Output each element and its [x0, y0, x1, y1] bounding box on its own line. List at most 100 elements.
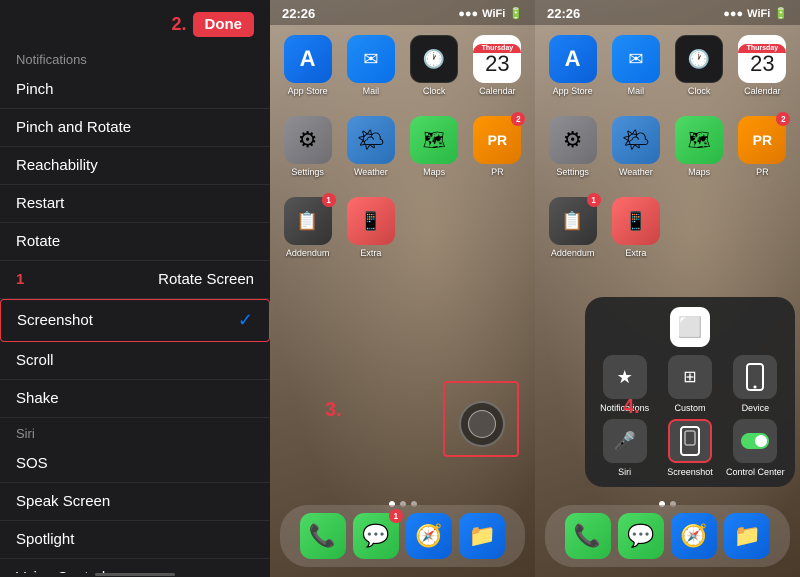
dock-files-right[interactable]: 📁	[724, 513, 770, 559]
app-grid-row3-right: 📋 1 Addendum 📱 Extra	[535, 187, 800, 268]
app-icon-weather-right[interactable]: 🌤 Weather	[610, 116, 661, 177]
assistive-menu-item-control-center[interactable]: Control Center	[726, 419, 785, 477]
app-grid-row1-right: A App Store ✉ Mail 🕐 Clock Thursday 23	[535, 25, 800, 106]
weather-icon-mid: 🌤	[347, 116, 395, 164]
signal-icon: ●●●	[458, 8, 478, 20]
status-bar-right: 22:26 ●●● WiFi 🔋	[535, 0, 800, 25]
appstore-icon-mid: A	[284, 35, 332, 83]
app-icon-pr-right[interactable]: PR 2 PR	[737, 116, 788, 177]
pr-badge-right: 2	[776, 112, 790, 126]
app-icon-addendum-mid[interactable]: 📋 1 Addendum	[282, 197, 333, 258]
app-icon-settings-right[interactable]: ⚙ Settings	[547, 116, 598, 177]
menu-item-voice-control[interactable]: Voice Control	[0, 559, 270, 573]
battery-icon-right: 🔋	[774, 7, 788, 20]
dock-messages-right[interactable]: 💬	[618, 513, 664, 559]
app-icon-calendar-right[interactable]: Thursday 23 Calendar	[737, 35, 788, 96]
menu-item-speak-screen[interactable]: Speak Screen	[0, 483, 270, 521]
done-button[interactable]: Done	[193, 12, 255, 37]
app-grid-row3-mid: 📋 1 Addendum 📱 Extra	[270, 187, 535, 268]
status-icons-right: ●●● WiFi 🔋	[723, 7, 788, 20]
assistive-control-center-label: Control Center	[726, 467, 785, 477]
menu-item-shake[interactable]: Shake	[0, 380, 270, 418]
settings-label-mid: Settings	[291, 167, 324, 177]
assistive-menu-top: ⬜	[595, 307, 785, 347]
menu-item-sos[interactable]: SOS	[0, 445, 270, 483]
step-1-indicator: 1	[16, 271, 24, 288]
status-icons-middle: ●●● WiFi 🔋	[458, 7, 523, 20]
app-icon-appstore-mid[interactable]: A App Store	[282, 35, 333, 96]
addendum-icon-right: 📋 1	[549, 197, 597, 245]
mail-icon-right: ✉	[612, 35, 660, 83]
dock-right: 📞 💬 🧭 📁	[545, 505, 790, 567]
assistive-siri-icon: 🎤	[603, 419, 647, 463]
dock-files-mid[interactable]: 📁	[459, 513, 505, 559]
app-icon-extra-mid[interactable]: 📱 Extra	[345, 197, 396, 258]
app-icon-calendar-mid[interactable]: Thursday 23 Calendar	[472, 35, 523, 96]
left-panel: 2. Done Notifications Pinch Pinch and Ro…	[0, 0, 270, 577]
assistive-custom-icon: ⊞	[668, 355, 712, 399]
assistive-menu-item-device[interactable]: Device	[726, 355, 785, 413]
weather-label-mid: Weather	[354, 167, 388, 177]
pr-icon-mid: PR 2	[473, 116, 521, 164]
assistive-menu-item-siri[interactable]: 🎤 Siri	[595, 419, 654, 477]
maps-icon-mid: 🗺	[410, 116, 458, 164]
app-icon-mail-right[interactable]: ✉ Mail	[610, 35, 661, 96]
extra-icon-right: 📱	[612, 197, 660, 245]
calendar-icon-right: Thursday 23	[738, 35, 786, 83]
app-icon-settings-mid[interactable]: ⚙ Settings	[282, 116, 333, 177]
assistive-touch-highlight	[443, 381, 519, 457]
assistive-menu-item-custom[interactable]: ⊞ Custom	[660, 355, 719, 413]
assistive-screenshot-label: Screenshot	[667, 467, 713, 477]
status-bar-middle: 22:26 ●●● WiFi 🔋	[270, 0, 535, 25]
menu-item-pinch-rotate[interactable]: Pinch and Rotate	[0, 109, 270, 147]
dock-messages-mid[interactable]: 💬 1	[353, 513, 399, 559]
app-icon-maps-right[interactable]: 🗺 Maps	[674, 116, 725, 177]
app-icon-appstore-right[interactable]: A App Store	[547, 35, 598, 96]
menu-item-pinch[interactable]: Pinch	[0, 71, 270, 109]
app-grid-row1-mid: A App Store ✉ Mail 🕐 Clock Thursday 23	[270, 25, 535, 106]
dock-safari-mid[interactable]: 🧭	[406, 513, 452, 559]
weather-icon-right: 🌤	[612, 116, 660, 164]
menu-item-restart[interactable]: Restart	[0, 185, 270, 223]
app-icon-clock-mid[interactable]: 🕐 Clock	[409, 35, 460, 96]
dock-middle: 📞 💬 1 🧭 📁	[280, 505, 525, 567]
menu-item-screenshot[interactable]: Screenshot ✓	[0, 299, 270, 342]
menu-item-scroll[interactable]: Scroll	[0, 342, 270, 380]
dock-phone-mid[interactable]: 📞	[300, 513, 346, 559]
assistive-siri-label: Siri	[618, 467, 631, 477]
app-icon-clock-right[interactable]: 🕐 Clock	[674, 35, 725, 96]
mail-icon-mid: ✉	[347, 35, 395, 83]
addendum-badge-right: 1	[587, 193, 601, 207]
extra-icon-mid: 📱	[347, 197, 395, 245]
appstore-icon-right: A	[549, 35, 597, 83]
menu-item-rotate[interactable]: Rotate	[0, 223, 270, 261]
app-icon-addendum-right[interactable]: 📋 1 Addendum	[547, 197, 598, 258]
settings-icon-mid: ⚙	[284, 116, 332, 164]
checkmark-icon: ✓	[238, 310, 253, 331]
app-icon-pr-mid[interactable]: PR 2 PR	[472, 116, 523, 177]
app-icon-extra-right[interactable]: 📱 Extra	[610, 197, 661, 258]
left-header: 2. Done	[0, 0, 270, 44]
section-notifications: Notifications	[0, 44, 270, 71]
pr-icon-right: PR 2	[738, 116, 786, 164]
assistive-screenshot-icon	[668, 419, 712, 463]
menu-list: Notifications Pinch Pinch and Rotate Rea…	[0, 44, 270, 573]
right-panel: 22:26 ●●● WiFi 🔋 A App Store ✉ Mail 🕐	[535, 0, 800, 577]
menu-item-reachability[interactable]: Reachability	[0, 147, 270, 185]
dock-safari-right[interactable]: 🧭	[671, 513, 717, 559]
menu-item-rotate-screen[interactable]: 1 Rotate Screen	[0, 261, 270, 299]
app-icon-mail-mid[interactable]: ✉ Mail	[345, 35, 396, 96]
wifi-icon-right: WiFi	[747, 8, 770, 20]
app-icon-maps-mid[interactable]: 🗺 Maps	[409, 116, 460, 177]
assistive-menu-item-screenshot[interactable]: Screenshot	[660, 419, 719, 477]
addendum-label-mid: Addendum	[286, 248, 330, 258]
assistive-device-icon	[733, 355, 777, 399]
assistive-custom-label: Custom	[674, 403, 705, 413]
section-siri: Siri	[0, 418, 270, 445]
dock-phone-right[interactable]: 📞	[565, 513, 611, 559]
addendum-icon-mid: 📋 1	[284, 197, 332, 245]
messages-badge-mid: 1	[389, 509, 403, 523]
menu-item-spotlight[interactable]: Spotlight	[0, 521, 270, 559]
app-icon-weather-mid[interactable]: 🌤 Weather	[345, 116, 396, 177]
middle-panel: 22:26 ●●● WiFi 🔋 A App Store ✉ Mail 🕐	[270, 0, 535, 577]
